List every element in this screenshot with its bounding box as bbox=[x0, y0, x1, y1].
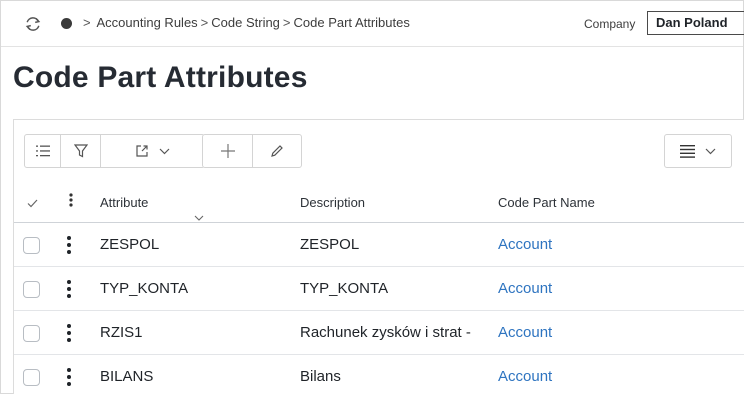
row-checkbox[interactable] bbox=[23, 281, 40, 298]
cell-code-part-name-link[interactable]: Account bbox=[498, 236, 552, 253]
row-checkbox[interactable] bbox=[23, 237, 40, 254]
table-row[interactable]: ZESPOL ZESPOL Account bbox=[14, 223, 744, 267]
row-kebab-icon[interactable] bbox=[66, 324, 72, 344]
select-all-checkmark-icon[interactable] bbox=[27, 196, 38, 211]
breadcrumb: > Accounting Rules > Code String > Code Part… bbox=[80, 15, 410, 30]
column-header-description[interactable]: Description bbox=[300, 195, 365, 210]
breadcrumb-item-accounting-rules[interactable]: Accounting Rules bbox=[97, 15, 198, 30]
column-chooser-icon bbox=[680, 144, 695, 158]
edit-button-group bbox=[202, 134, 302, 168]
cell-description: TYP_KONTA bbox=[300, 280, 389, 297]
top-bar: > Accounting Rules > Code String > Code Part… bbox=[1, 1, 744, 47]
add-button[interactable] bbox=[203, 135, 253, 167]
header-kebab-icon[interactable] bbox=[69, 193, 73, 210]
row-checkbox[interactable] bbox=[23, 369, 40, 386]
table-row[interactable]: TYP_KONTA TYP_KONTA Account bbox=[14, 267, 744, 311]
column-chooser-group bbox=[664, 134, 732, 168]
breadcrumb-separator: > bbox=[282, 15, 291, 30]
company-selector[interactable]: Dan Poland bbox=[647, 11, 744, 35]
export-icon bbox=[135, 144, 149, 158]
pencil-icon bbox=[270, 144, 284, 158]
cell-description: ZESPOL bbox=[300, 236, 360, 253]
refresh-icon[interactable] bbox=[23, 14, 43, 34]
row-kebab-icon[interactable] bbox=[66, 280, 72, 300]
cell-code-part-name-link[interactable]: Account bbox=[498, 368, 552, 385]
column-header-code-part-name[interactable]: Code Part Name bbox=[498, 195, 595, 210]
cell-code-part-name-link[interactable]: Account bbox=[498, 280, 552, 297]
export-button[interactable] bbox=[101, 135, 204, 167]
home-icon[interactable] bbox=[61, 18, 72, 29]
table-row[interactable]: BILANS Bilans Account bbox=[14, 355, 744, 394]
app-window: > Accounting Rules > Code String > Code Part… bbox=[0, 0, 744, 394]
cell-description: Bilans bbox=[300, 368, 341, 385]
filter-icon bbox=[73, 144, 88, 158]
details-view-button[interactable] bbox=[25, 135, 61, 167]
row-checkbox[interactable] bbox=[23, 325, 40, 342]
breadcrumb-separator: > bbox=[83, 15, 91, 30]
grid-toolbar bbox=[14, 120, 744, 180]
chevron-down-icon bbox=[705, 148, 716, 155]
page-title: Code Part Attributes bbox=[13, 61, 308, 94]
cell-description: Rachunek zysków i strat - bbox=[300, 324, 471, 341]
sort-chevron-icon[interactable] bbox=[194, 209, 204, 224]
chevron-down-icon bbox=[159, 148, 170, 155]
list-details-icon bbox=[35, 145, 50, 157]
cell-attribute: TYP_KONTA bbox=[100, 280, 189, 297]
company-label: Company bbox=[584, 17, 636, 31]
table-row[interactable]: RZIS1 Rachunek zysków i strat - Account bbox=[14, 311, 744, 355]
edit-button[interactable] bbox=[253, 135, 301, 167]
view-button-group bbox=[24, 134, 205, 168]
grid-panel: Attribute Description Code Part Name ZES… bbox=[13, 119, 744, 394]
breadcrumb-separator: > bbox=[200, 15, 209, 30]
cell-code-part-name-link[interactable]: Account bbox=[498, 324, 552, 341]
row-kebab-icon[interactable] bbox=[66, 368, 72, 388]
grid-header-row: Attribute Description Code Part Name bbox=[14, 180, 744, 223]
cell-attribute: BILANS bbox=[100, 368, 154, 385]
cell-attribute: RZIS1 bbox=[100, 324, 143, 341]
column-header-attribute[interactable]: Attribute bbox=[100, 195, 148, 210]
breadcrumb-item-current: Code Part Attributes bbox=[293, 15, 410, 30]
row-kebab-icon[interactable] bbox=[66, 236, 72, 256]
breadcrumb-item-code-string[interactable]: Code String bbox=[211, 15, 280, 30]
filter-button[interactable] bbox=[61, 135, 101, 167]
cell-attribute: ZESPOL bbox=[100, 236, 160, 253]
column-chooser-button[interactable] bbox=[665, 135, 731, 167]
plus-icon bbox=[220, 143, 236, 159]
